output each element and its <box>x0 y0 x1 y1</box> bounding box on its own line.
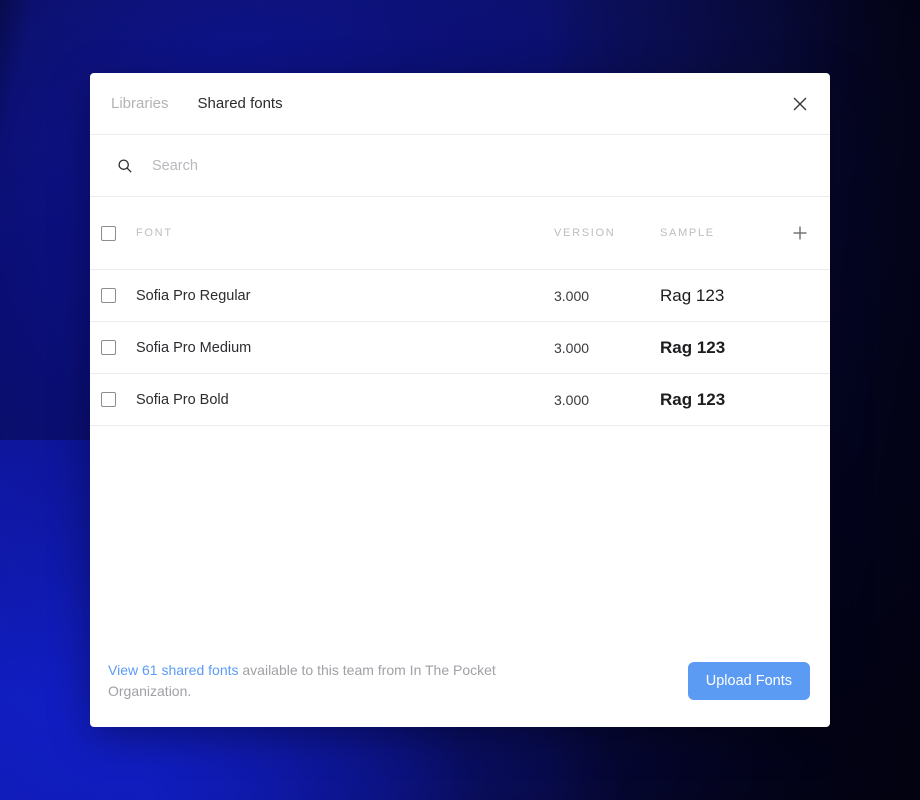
font-name: Sofia Pro Medium <box>136 339 252 356</box>
close-icon <box>793 97 807 110</box>
font-sample: Rag 123 <box>660 285 725 305</box>
table-row[interactable]: Sofia Pro Regular 3.000 Rag 123 <box>90 270 830 322</box>
font-version: 3.000 <box>554 287 590 304</box>
table-row[interactable]: Sofia Pro Bold 3.000 Rag 123 <box>90 374 830 426</box>
list-empty-area <box>90 426 830 635</box>
row-checkbox[interactable] <box>101 288 116 303</box>
font-name: Sofia Pro Regular <box>136 287 251 304</box>
row-select-cell <box>90 340 136 355</box>
row-checkbox[interactable] <box>101 340 116 355</box>
font-list: Sofia Pro Regular 3.000 Rag 123 Sofia Pr… <box>90 270 830 426</box>
plus-icon <box>788 221 812 245</box>
table-header-row: FONT VERSION SAMPLE <box>90 197 830 270</box>
add-font-button[interactable] <box>770 221 830 245</box>
select-all-cell <box>90 225 136 241</box>
row-checkbox[interactable] <box>101 392 116 407</box>
column-header-sample: SAMPLE <box>660 227 715 239</box>
table-row[interactable]: Sofia Pro Medium 3.000 Rag 123 <box>90 322 830 374</box>
search-icon <box>116 157 134 175</box>
font-version: 3.000 <box>554 339 590 356</box>
row-select-cell <box>90 288 136 303</box>
column-header-font: FONT <box>136 227 173 239</box>
row-select-cell <box>90 392 136 407</box>
view-shared-fonts-link[interactable]: View 61 shared fonts <box>108 662 239 678</box>
font-name: Sofia Pro Bold <box>136 391 229 408</box>
shared-fonts-note: View 61 shared fonts available to this t… <box>108 660 528 702</box>
font-sample: Rag 123 <box>660 389 726 409</box>
font-version: 3.000 <box>554 391 590 408</box>
dialog-header: Libraries Shared fonts <box>90 73 830 135</box>
tab-libraries[interactable]: Libraries <box>111 96 169 111</box>
search-row <box>90 135 830 197</box>
upload-fonts-button[interactable]: Upload Fonts <box>687 662 810 700</box>
close-button[interactable] <box>786 90 814 118</box>
tab-shared-fonts[interactable]: Shared fonts <box>198 96 283 111</box>
font-sample: Rag 123 <box>660 337 726 357</box>
shared-fonts-dialog: Libraries Shared fonts Search FONT VERSI… <box>90 73 830 727</box>
select-all-checkbox[interactable] <box>101 225 116 241</box>
screen: Libraries Shared fonts Search FONT VERSI… <box>0 0 920 800</box>
column-header-version: VERSION <box>554 227 616 239</box>
dialog-footer: View 61 shared fonts available to this t… <box>90 635 830 727</box>
search-input[interactable] <box>150 156 634 175</box>
